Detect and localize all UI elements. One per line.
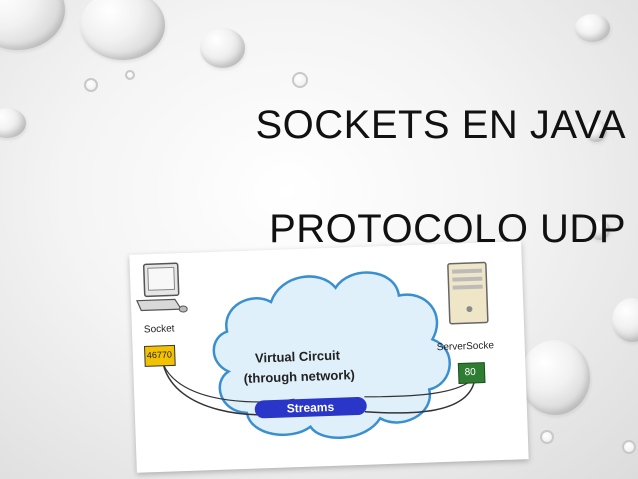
slide-title: SOCKETS EN JAVA (255, 103, 626, 147)
streams-label: Streams (286, 399, 335, 416)
water-drop (84, 78, 98, 92)
client-socket-label: Socket (143, 323, 175, 336)
water-drop (520, 340, 590, 415)
socket-diagram: Socket 46770 ServerSocke 80 Virtual Circ… (129, 241, 529, 473)
client-port-label: 46770 (146, 349, 173, 361)
server-port-label: 80 (464, 366, 476, 379)
water-drop (200, 28, 245, 68)
cloud-label-line1: Virtual Circuit (254, 347, 341, 366)
water-drop (575, 14, 610, 42)
water-drop (612, 298, 638, 342)
water-drop (540, 430, 554, 444)
computer-icon (136, 262, 188, 313)
water-drop (125, 70, 135, 80)
water-drop (292, 72, 308, 88)
server-socket-label: ServerSocke (436, 340, 495, 354)
server-icon (447, 261, 489, 325)
water-drop (622, 440, 636, 454)
water-drop (80, 0, 165, 60)
water-drop (0, 108, 26, 138)
water-drop (0, 0, 65, 50)
